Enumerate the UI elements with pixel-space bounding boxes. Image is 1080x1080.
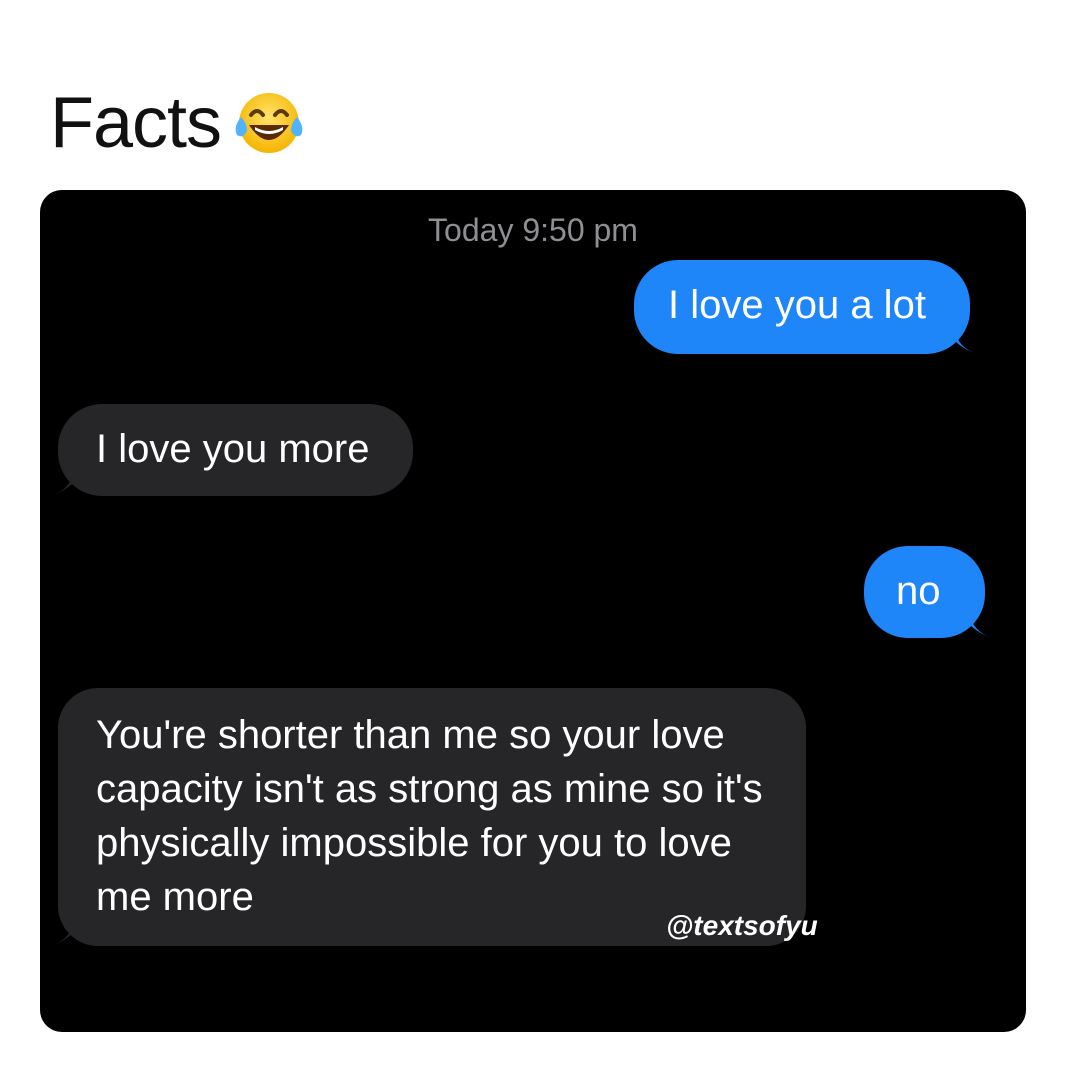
received-message-bubble[interactable]: You're shorter than me so your love capa…	[44, 688, 806, 948]
bubble-tail-icon	[953, 326, 984, 356]
bubble-tail-icon	[44, 918, 74, 948]
received-message-bubble[interactable]: I love you more	[44, 404, 414, 498]
sent-message-bubble[interactable]: no	[864, 546, 999, 640]
message-text: no	[896, 569, 941, 613]
bubble-tail-icon	[968, 610, 999, 640]
message-text: You're shorter than me so your love capa…	[96, 713, 763, 919]
message-timestamp: Today 9:50 pm	[428, 212, 638, 248]
caption-title: Facts	[50, 83, 222, 163]
message-thread: Today 9:50 pm I love you a lot I love yo…	[40, 190, 1026, 1032]
bubble-tail-icon	[44, 468, 74, 498]
watermark-handle: @textsofyu	[666, 910, 818, 941]
face-with-tears-of-joy-icon	[235, 93, 303, 153]
message-text: I love you more	[96, 427, 370, 471]
sent-message-bubble[interactable]: I love you a lot	[634, 260, 984, 356]
message-text: I love you a lot	[668, 283, 926, 327]
post-caption: Facts	[50, 78, 309, 168]
